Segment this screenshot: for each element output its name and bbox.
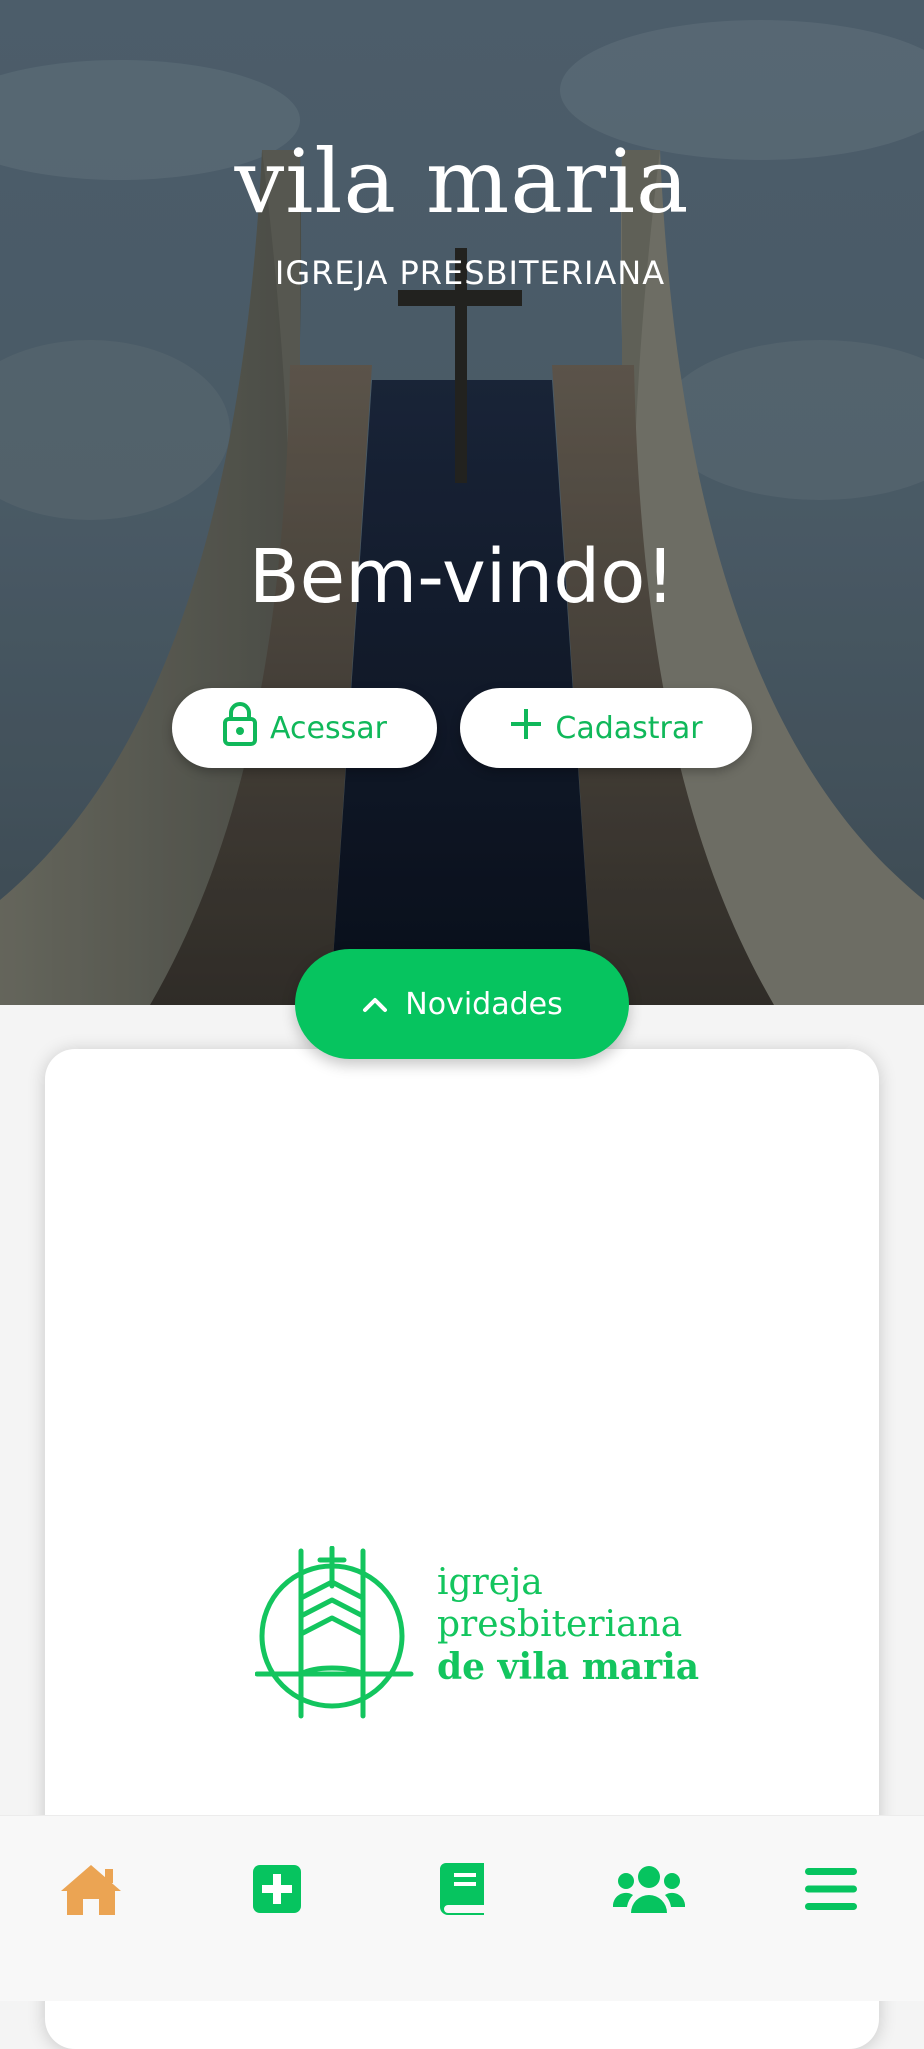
news-label: Novidades — [405, 986, 563, 1022]
logo-line-1: igreja — [437, 1562, 543, 1603]
lock-icon — [222, 701, 258, 755]
news-toggle-button[interactable]: Novidades — [295, 949, 629, 1059]
brand-subtitle: IGREJA PRESBITERIANA — [274, 254, 666, 292]
nav-home[interactable] — [46, 1846, 136, 1936]
users-icon — [612, 1863, 686, 1920]
hero-banner: vila maria IGREJA PRESBITERIANA Bem-vind… — [0, 0, 924, 1005]
logo-line-3: de vila maria — [437, 1646, 700, 1688]
nav-menu[interactable] — [786, 1846, 876, 1936]
nav-members[interactable] — [604, 1846, 694, 1936]
login-button[interactable]: Acessar — [172, 688, 437, 768]
logo-text: igreja presbiteriana de vila maria — [437, 1562, 699, 1688]
book-icon — [438, 1861, 488, 1922]
bottom-navigation — [0, 1815, 924, 2001]
brand-title: vila maria — [234, 130, 690, 233]
nav-add[interactable] — [232, 1846, 322, 1936]
signup-button[interactable]: Cadastrar — [460, 688, 752, 768]
plus-icon — [509, 707, 543, 749]
chevron-up-icon — [361, 987, 389, 1022]
menu-icon — [805, 1866, 857, 1917]
login-label: Acessar — [270, 710, 387, 746]
plus-square-icon — [251, 1863, 303, 1920]
nav-bible[interactable] — [418, 1846, 508, 1936]
home-icon — [57, 1861, 125, 1922]
signup-label: Cadastrar — [555, 710, 703, 746]
logo-line-2: presbiteriana — [437, 1604, 683, 1645]
welcome-heading: Bem-vindo! — [248, 534, 676, 620]
